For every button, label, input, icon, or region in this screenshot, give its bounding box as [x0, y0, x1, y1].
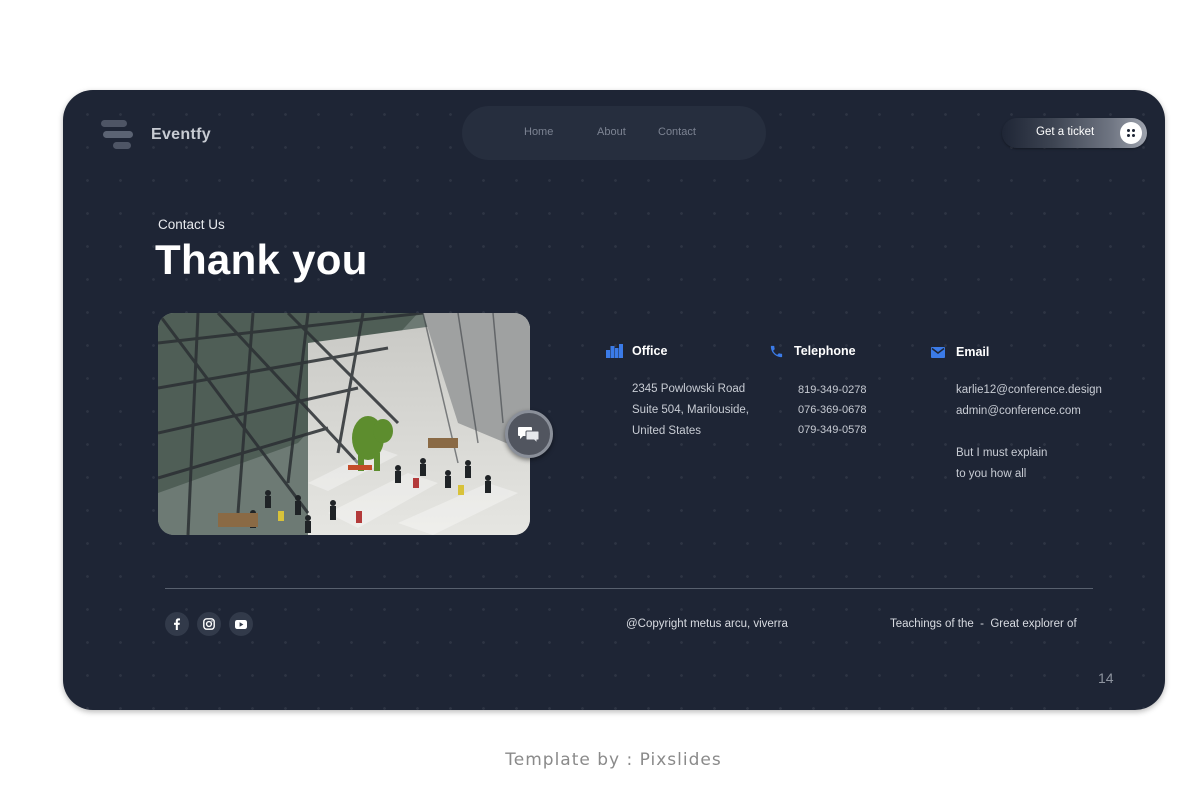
email-title: Email — [956, 345, 990, 359]
phone-icon — [767, 343, 785, 359]
phone-number[interactable]: 079-349-0578 — [798, 420, 867, 440]
office-column: Office 2345 Powlowski Road Suite 504, Ma… — [605, 343, 749, 437]
mail-icon — [929, 344, 947, 360]
email-note-line: But I must explain — [956, 447, 1048, 459]
brand-name: Eventfy — [151, 126, 211, 143]
section-kicker: Contact Us — [158, 217, 225, 232]
email-address[interactable]: karlie12@conference.design — [956, 380, 1102, 401]
youtube-icon[interactable] — [229, 612, 253, 636]
slide-card: Eventfy Home About Contact Get a ticket … — [63, 90, 1165, 710]
office-address-line: Suite 504, Marilouside, — [632, 404, 749, 416]
building-icon — [605, 343, 623, 359]
brand-logo[interactable]: Eventfy — [101, 120, 211, 150]
chat-bubbles-icon[interactable] — [505, 410, 553, 458]
email-address[interactable]: admin@conference.com — [956, 401, 1102, 422]
stacked-bars-logo-icon — [101, 120, 133, 150]
template-credit: Template by : Pixslides — [505, 750, 722, 770]
footer-divider — [165, 588, 1093, 589]
page-number: 14 — [1098, 670, 1114, 686]
office-address-line: 2345 Powlowski Road — [632, 383, 746, 395]
grid-dots-icon — [1120, 122, 1142, 144]
copyright-text: @Copyright metus arcu, viverra — [626, 618, 788, 630]
office-address-line: United States — [632, 425, 702, 437]
nav-pill: Home About Contact — [462, 106, 766, 160]
facebook-icon[interactable] — [165, 612, 189, 636]
venue-photo — [158, 313, 530, 535]
instagram-icon[interactable] — [197, 612, 221, 636]
email-note-line: to you how all — [956, 468, 1027, 480]
telephone-column: Telephone 819-349-0278 076-369-0678 079-… — [767, 343, 867, 436]
page-title: Thank you — [155, 236, 368, 283]
email-column: Email karlie12@conference.design admin@c… — [929, 344, 1102, 480]
nav-item-about[interactable]: About — [597, 126, 626, 138]
footer-tagline: Teachings of the - Great explorer of — [890, 618, 1077, 630]
phone-number[interactable]: 819-349-0278 — [798, 380, 867, 400]
social-links — [165, 612, 261, 636]
phone-number[interactable]: 076-369-0678 — [798, 400, 867, 420]
get-ticket-label: Get a ticket — [1036, 126, 1095, 138]
telephone-title: Telephone — [794, 344, 856, 358]
get-ticket-button[interactable]: Get a ticket — [1002, 118, 1147, 148]
nav-item-contact[interactable]: Contact — [658, 126, 696, 138]
nav-item-home[interactable]: Home — [524, 126, 553, 138]
office-title: Office — [632, 344, 668, 358]
